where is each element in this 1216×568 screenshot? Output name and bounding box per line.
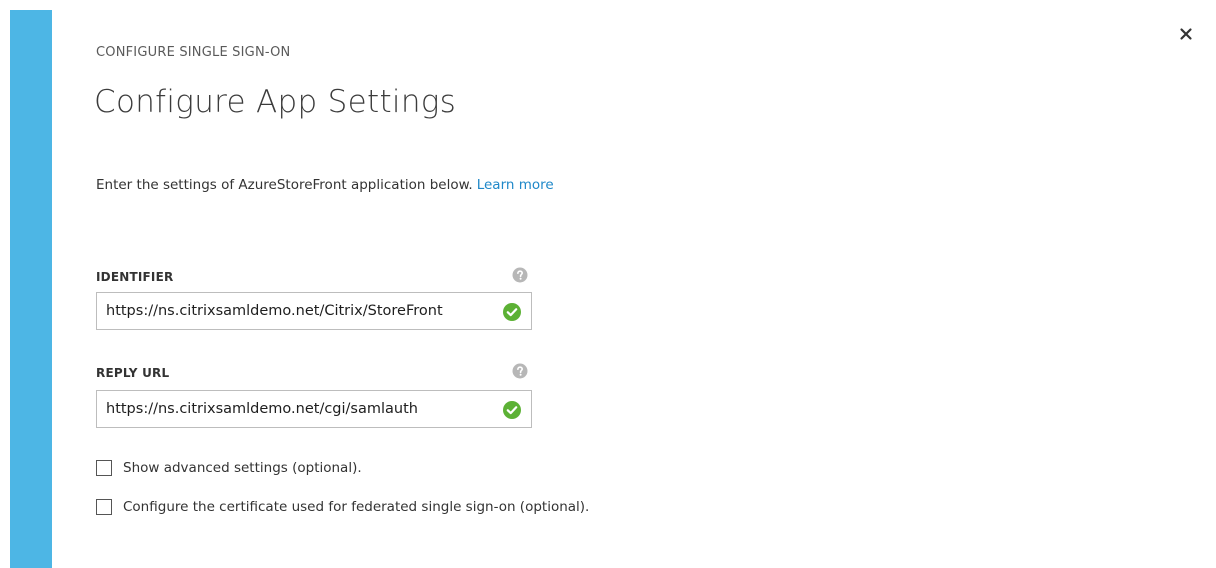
certificate-option[interactable]: Configure the certificate used for feder…	[96, 497, 589, 517]
accent-sidebar	[10, 10, 52, 568]
identifier-value: https://ns.citrixsamldemo.net/Citrix/Sto…	[106, 303, 443, 319]
valid-check-icon	[503, 401, 521, 419]
advanced-settings-label: Show advanced settings (optional).	[123, 460, 362, 476]
identifier-label: IDENTIFIER	[96, 270, 174, 284]
learn-more-link[interactable]: Learn more	[477, 177, 554, 193]
identifier-help-icon[interactable]	[512, 267, 528, 283]
intro-text: Enter the settings of AzureStoreFront ap…	[96, 177, 473, 193]
reply-url-label: REPLY URL	[96, 366, 170, 380]
certificate-checkbox[interactable]	[96, 499, 112, 515]
reply-url-help-icon[interactable]	[512, 363, 528, 379]
identifier-input[interactable]: https://ns.citrixsamldemo.net/Citrix/Sto…	[96, 292, 532, 330]
page-title: Configure App Settings	[94, 84, 457, 120]
window-edge	[0, 0, 10, 568]
advanced-settings-checkbox[interactable]	[96, 460, 112, 476]
dialog-subtitle: CONFIGURE SINGLE SIGN-ON	[96, 45, 291, 60]
close-icon[interactable]	[1178, 26, 1194, 42]
reply-url-input[interactable]: https://ns.citrixsamldemo.net/cgi/samlau…	[96, 390, 532, 428]
valid-check-icon	[503, 303, 521, 321]
certificate-label: Configure the certificate used for feder…	[123, 499, 590, 515]
reply-url-value: https://ns.citrixsamldemo.net/cgi/samlau…	[106, 401, 418, 417]
advanced-settings-option[interactable]: Show advanced settings (optional).	[96, 458, 362, 478]
intro-text-row: Enter the settings of AzureStoreFront ap…	[96, 177, 554, 193]
